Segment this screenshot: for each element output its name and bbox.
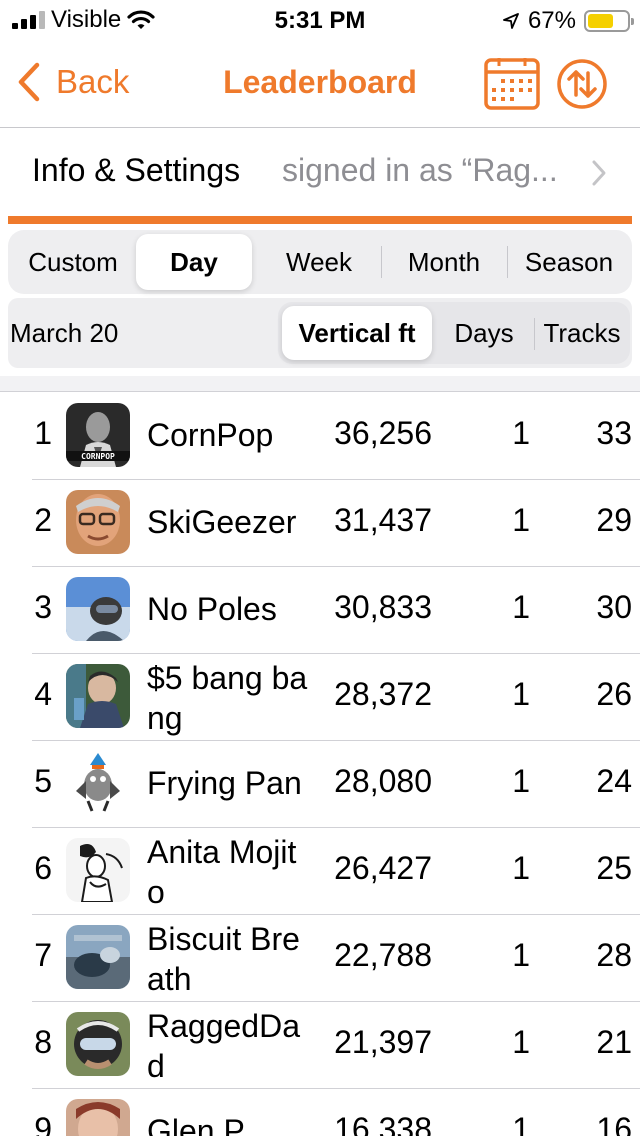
tab-day[interactable]: Day xyxy=(136,234,252,290)
table-row[interactable]: 9 Glen P 16,338 1 16 xyxy=(0,1089,640,1136)
chevron-right-icon xyxy=(592,160,606,186)
vertical-ft-value: 30,833 xyxy=(334,589,432,625)
segment-divider xyxy=(534,318,535,350)
days-value: 1 xyxy=(512,763,530,799)
days-value: 1 xyxy=(512,589,530,625)
tab-custom[interactable]: Custom xyxy=(12,234,134,290)
rank: 6 xyxy=(34,850,52,886)
table-row[interactable]: 1 CORNPOP CornPop 36,256 1 33 xyxy=(0,393,640,480)
avatar xyxy=(66,1099,130,1136)
avatar xyxy=(66,751,130,815)
avatar-text: CORNPOP xyxy=(81,452,115,461)
days-value: 1 xyxy=(512,502,530,538)
period-segmented-control: Custom Day Week Month Season xyxy=(8,230,632,294)
days-value: 1 xyxy=(512,937,530,973)
tracks-value: 33 xyxy=(596,415,632,451)
player-name: Frying Pan xyxy=(147,765,302,801)
vertical-ft-value: 28,372 xyxy=(334,676,432,712)
battery-icon xyxy=(584,10,634,32)
metric-segmented-control: Vertical ft Days Tracks xyxy=(278,302,630,364)
avatar xyxy=(66,838,130,902)
tab-season[interactable]: Season xyxy=(508,234,630,290)
player-name: SkiGeezer xyxy=(147,504,297,540)
accent-divider xyxy=(8,216,632,224)
tab-tracks[interactable]: Tracks xyxy=(536,306,628,360)
avatar xyxy=(66,490,130,554)
table-row[interactable]: 5 Frying Pan 28,080 1 24 xyxy=(0,741,640,828)
rank: 3 xyxy=(34,589,52,625)
avatar xyxy=(66,577,130,641)
status-right: 67% xyxy=(502,7,634,35)
vertical-ft-value: 28,080 xyxy=(334,763,432,799)
signed-in-label: signed in as “Rag... xyxy=(282,152,558,188)
days-value: 1 xyxy=(512,1111,530,1136)
calendar-icon[interactable] xyxy=(484,58,540,110)
tab-month[interactable]: Month xyxy=(382,234,506,290)
avatar xyxy=(66,664,130,728)
battery-percent: 67% xyxy=(527,7,576,34)
player-name: Biscuit Breath xyxy=(147,921,300,997)
table-row[interactable]: 3 No Poles 30,833 1 30 xyxy=(0,567,640,654)
player-name: $5 bang bang xyxy=(147,660,308,736)
location-arrow-icon xyxy=(503,13,519,29)
player-name: CornPop xyxy=(147,417,274,453)
days-value: 1 xyxy=(512,415,530,451)
status-bar: Visible 5:31 PM 67% xyxy=(0,0,640,40)
tracks-value: 28 xyxy=(596,937,632,973)
rank: 5 xyxy=(34,763,52,799)
info-settings-label: Info & Settings xyxy=(32,152,241,188)
nav-bar: Back Leaderboard xyxy=(0,40,640,128)
filter-row: March 20 Vertical ft Days Tracks xyxy=(8,298,632,368)
avatar xyxy=(66,925,130,989)
vertical-ft-value: 36,256 xyxy=(334,415,432,451)
days-value: 1 xyxy=(512,850,530,886)
rank: 1 xyxy=(34,415,52,451)
tracks-value: 16 xyxy=(596,1111,632,1136)
avatar xyxy=(66,1012,130,1076)
player-name: Glen P xyxy=(147,1113,245,1136)
tab-week[interactable]: Week xyxy=(258,234,380,290)
tracks-value: 29 xyxy=(596,502,632,538)
rank: 2 xyxy=(34,502,52,538)
player-name: RaggedDad xyxy=(147,1008,300,1084)
avatar: CORNPOP xyxy=(66,403,130,467)
vertical-ft-value: 26,427 xyxy=(334,850,432,886)
tracks-value: 26 xyxy=(596,676,632,712)
vertical-ft-value: 22,788 xyxy=(334,937,432,973)
player-name: No Poles xyxy=(147,591,277,627)
date-label: March 20 xyxy=(10,318,119,348)
tab-vertical-ft[interactable]: Vertical ft xyxy=(282,306,432,360)
tracks-value: 21 xyxy=(596,1024,632,1060)
table-row[interactable]: 6 Anita Mojito 26,427 1 25 xyxy=(0,828,640,915)
table-row[interactable]: 4 $5 bang bang 28,372 1 26 xyxy=(0,654,640,741)
vertical-ft-value: 31,437 xyxy=(334,502,432,538)
player-name: Anita Mojito xyxy=(147,834,297,910)
tracks-value: 30 xyxy=(596,589,632,625)
sort-arrows-icon[interactable] xyxy=(556,58,608,110)
table-header-strip xyxy=(0,376,640,392)
vertical-ft-value: 21,397 xyxy=(334,1024,432,1060)
rank: 7 xyxy=(34,937,52,973)
table-row[interactable]: 8 RaggedDad 21,397 1 21 xyxy=(0,1002,640,1089)
page-title: Leaderboard xyxy=(223,64,417,100)
rank: 8 xyxy=(34,1024,52,1060)
vertical-ft-value: 16,338 xyxy=(334,1111,432,1136)
tab-days[interactable]: Days xyxy=(438,306,530,360)
rank: 9 xyxy=(34,1111,52,1136)
tracks-value: 25 xyxy=(596,850,632,886)
info-settings-row[interactable]: Info & Settings signed in as “Rag... xyxy=(0,130,640,216)
days-value: 1 xyxy=(512,676,530,712)
rank: 4 xyxy=(34,676,52,712)
tracks-value: 24 xyxy=(596,763,632,799)
days-value: 1 xyxy=(512,1024,530,1060)
table-row[interactable]: 7 Biscuit Breath 22,788 1 28 xyxy=(0,915,640,1002)
table-row[interactable]: 2 SkiGeezer 31,437 1 29 xyxy=(0,480,640,567)
